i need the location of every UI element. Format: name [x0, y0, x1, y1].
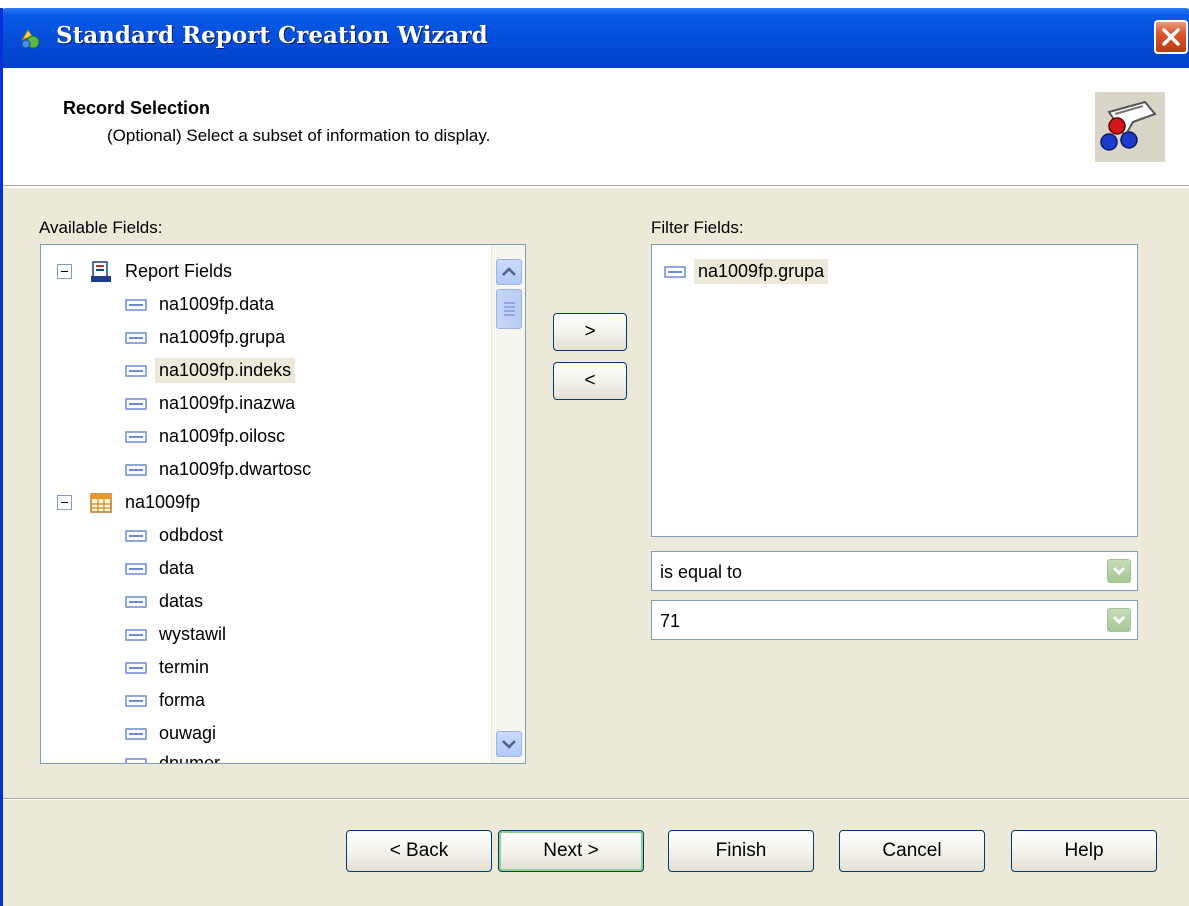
available-fields-label: Available Fields:	[39, 218, 163, 237]
tree-item[interactable]: na1009fp.inazwa	[125, 387, 299, 420]
tree-item-label: na1009fp.data	[159, 294, 275, 314]
back-button[interactable]: < Back	[346, 830, 492, 872]
operator-dropdown-button[interactable]	[1107, 559, 1131, 583]
finish-button[interactable]: Finish	[668, 830, 814, 872]
add-field-button[interactable]: >	[553, 313, 627, 351]
chevron-up-icon	[502, 267, 516, 276]
tree-item[interactable]: ouwagi	[125, 717, 220, 750]
scroll-up-button[interactable]	[496, 259, 522, 285]
vertical-scrollbar[interactable]	[491, 245, 525, 763]
cancel-button[interactable]: Cancel	[839, 830, 985, 872]
tree-item[interactable]: forma	[125, 684, 209, 717]
field-icon	[664, 265, 686, 278]
field-icon	[125, 595, 147, 608]
tree-item-label: na1009fp.indeks	[155, 358, 296, 383]
chevron-down-icon	[1112, 566, 1126, 576]
next-button[interactable]: Next >	[498, 830, 644, 872]
value-dropdown-button[interactable]	[1107, 608, 1131, 632]
wizard-window: Standard Report Creation Wizard Record S…	[0, 8, 1189, 906]
record-selection-icon	[1095, 92, 1165, 162]
tree-item[interactable]: datas	[125, 585, 207, 618]
tree-item[interactable]: odbdost	[125, 519, 227, 552]
field-icon	[125, 562, 147, 575]
tree-node-table[interactable]: na1009fp	[89, 486, 204, 519]
tree-item[interactable]: na1009fp.grupa	[125, 321, 289, 354]
tree-item-label: forma	[159, 690, 206, 710]
tree-node-label: Report Fields	[125, 261, 233, 281]
field-icon	[125, 331, 147, 344]
tree-item-label: na1009fp.inazwa	[159, 393, 296, 413]
tree-item[interactable]: dnumer	[125, 747, 224, 764]
field-icon	[125, 364, 147, 377]
close-button[interactable]	[1154, 20, 1188, 54]
filter-item-label: na1009fp.grupa	[694, 259, 829, 284]
operator-value: is equal to	[660, 562, 743, 582]
tree-item-label: odbdost	[159, 525, 224, 545]
tree-item-label: datas	[159, 591, 204, 611]
tree-item[interactable]: data	[125, 552, 198, 585]
field-icon	[125, 628, 147, 641]
chevron-down-icon	[502, 740, 516, 749]
title-bar[interactable]: Standard Report Creation Wizard	[3, 8, 1189, 68]
field-icon	[125, 757, 147, 763]
tree-node-report-fields[interactable]: Report Fields	[89, 255, 236, 288]
available-fields-tree[interactable]: Report Fields na1009fp.data na1009fp.gru…	[40, 244, 526, 764]
tree-item[interactable]: wystawil	[125, 618, 230, 651]
field-icon	[125, 529, 147, 542]
operator-dropdown[interactable]: is equal to	[651, 551, 1138, 591]
collapse-table-icon[interactable]	[57, 495, 72, 510]
page-title: Record Selection	[63, 98, 211, 118]
help-button[interactable]: Help	[1011, 830, 1157, 872]
tree-item-label: ouwagi	[159, 723, 217, 743]
tree-item[interactable]: na1009fp.data	[125, 288, 278, 321]
tree-item-label: data	[159, 558, 195, 578]
tree-item-label: dnumer	[159, 753, 221, 764]
field-icon	[125, 661, 147, 674]
tree-item-label: termin	[159, 657, 210, 677]
filter-fields-list[interactable]: na1009fp.grupa	[651, 244, 1138, 537]
tree-item-label: na1009fp.oilosc	[159, 426, 286, 446]
scroll-thumb[interactable]	[496, 289, 522, 329]
field-icon	[125, 727, 147, 740]
scroll-down-button[interactable]	[496, 731, 522, 757]
tree-item-label: na1009fp.dwartosc	[159, 459, 312, 479]
close-icon	[1162, 28, 1180, 46]
chevron-down-icon	[1112, 615, 1126, 625]
wizard-icon	[20, 29, 40, 49]
value-dropdown[interactable]: 71	[651, 600, 1138, 640]
table-icon	[90, 492, 112, 513]
tree-item[interactable]: na1009fp.oilosc	[125, 420, 289, 453]
report-fields-icon	[91, 260, 111, 282]
filter-item[interactable]: na1009fp.grupa	[664, 255, 829, 288]
field-icon	[125, 430, 147, 443]
collapse-report-fields-icon[interactable]	[57, 264, 72, 279]
filter-fields-label: Filter Fields:	[651, 218, 744, 237]
tree-item[interactable]: na1009fp.dwartosc	[125, 453, 315, 486]
tree-item-selected[interactable]: na1009fp.indeks	[125, 354, 296, 387]
tree-item[interactable]: termin	[125, 651, 213, 684]
tree-item-label: na1009fp.grupa	[159, 327, 286, 347]
footer-separator	[3, 798, 1189, 800]
page-subtitle: (Optional) Select a subset of informatio…	[107, 126, 491, 145]
filter-value: 71	[660, 611, 681, 631]
window-title: Standard Report Creation Wizard	[56, 22, 488, 49]
field-icon	[125, 397, 147, 410]
wizard-header: Record Selection (Optional) Select a sub…	[3, 68, 1189, 188]
field-icon	[125, 298, 147, 311]
field-icon	[125, 694, 147, 707]
tree-item-label: wystawil	[159, 624, 227, 644]
remove-field-button[interactable]: <	[553, 362, 627, 400]
field-icon	[125, 463, 147, 476]
tree-node-label: na1009fp	[125, 492, 201, 512]
